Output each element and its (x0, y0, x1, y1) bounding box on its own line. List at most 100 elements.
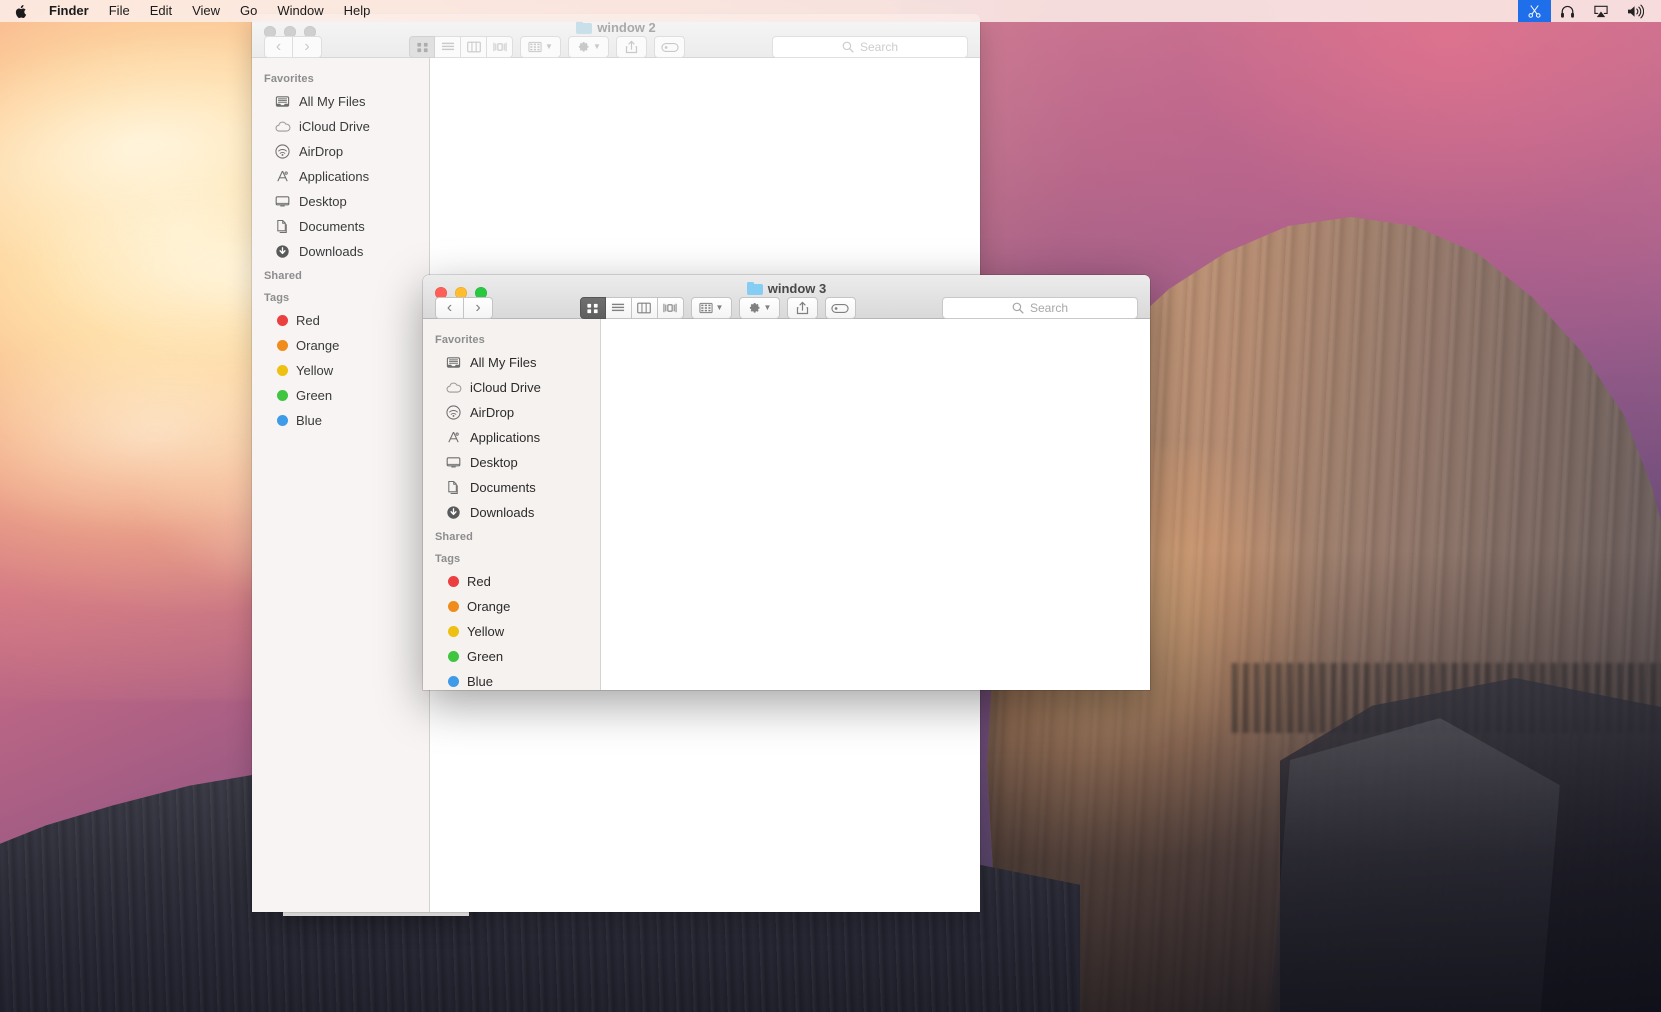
sidebar-item-applications[interactable]: Applications (423, 425, 600, 450)
sidebar-tag-label: Red (467, 574, 491, 589)
coverflow-view-button[interactable] (657, 297, 684, 319)
window-2-sidebar[interactable]: Favorites All My Files iCloud Drive AirD… (252, 58, 430, 912)
action-gear-button[interactable]: ▼ (738, 297, 780, 319)
menu-item-go[interactable]: Go (230, 0, 267, 22)
sidebar-tag-yellow[interactable]: Yellow (252, 358, 429, 383)
tag-dot-blue (448, 676, 459, 687)
menu-bar: Finder File Edit View Go Window Help (0, 0, 1661, 22)
list-view-button[interactable] (605, 297, 632, 319)
arrange-button[interactable]: ▼ (520, 36, 561, 58)
menu-item-help[interactable]: Help (334, 0, 381, 22)
sidebar-item-label: Desktop (470, 455, 518, 470)
search-placeholder: Search (1029, 301, 1069, 315)
sidebar-tag-blue[interactable]: Blue (423, 669, 600, 690)
window-3-body: Favorites All My Files iCloud Drive AirD… (423, 319, 1150, 690)
window-3-file-area[interactable] (601, 319, 1150, 690)
sidebar-tag-orange[interactable]: Orange (423, 594, 600, 619)
search-input[interactable]: Search (942, 297, 1138, 319)
coverflow-view-button[interactable] (487, 36, 513, 58)
back-button[interactable]: ‹ (435, 297, 464, 319)
sidebar-item-downloads[interactable]: Downloads (252, 239, 429, 264)
column-view-button[interactable] (631, 297, 658, 319)
sidebar-item-all-my-files[interactable]: All My Files (252, 89, 429, 114)
tag-dot-green (277, 390, 288, 401)
sidebar-item-airdrop[interactable]: AirDrop (252, 139, 429, 164)
sidebar-item-label: AirDrop (470, 405, 515, 420)
apple-logo-icon[interactable] (0, 0, 39, 22)
tag-dot-red (277, 315, 288, 326)
window-3-sidebar[interactable]: Favorites All My Files iCloud Drive AirD… (423, 319, 601, 690)
menu-item-finder[interactable]: Finder (39, 0, 99, 22)
sidebar-header-favorites: Favorites (264, 73, 314, 85)
search-input[interactable]: Search (772, 36, 968, 58)
all-my-files-icon (274, 93, 291, 110)
sidebar-tag-red[interactable]: Red (252, 308, 429, 333)
sidebar-header-tags: Tags (435, 553, 461, 565)
sidebar-item-icloud-drive[interactable]: iCloud Drive (252, 114, 429, 139)
window-3-titlebar[interactable]: window 3 ‹ › ▼ ▼ Search (423, 275, 1150, 319)
menu-bar-items: Finder File Edit View Go Window Help (0, 0, 380, 22)
sidebar-item-documents[interactable]: Documents (252, 214, 429, 239)
sidebar-tag-orange[interactable]: Orange (252, 333, 429, 358)
sidebar-tag-red[interactable]: Red (423, 569, 600, 594)
applications-icon (445, 429, 462, 446)
share-button[interactable] (786, 297, 818, 319)
column-view-button[interactable] (461, 36, 487, 58)
sidebar-item-downloads[interactable]: Downloads (423, 500, 600, 525)
window-2-toolbar: ‹ › ▼ ▼ Search (252, 36, 980, 58)
menu-item-window[interactable]: Window (267, 0, 333, 22)
sidebar-tag-green[interactable]: Green (252, 383, 429, 408)
menu-bar-status-items (1518, 0, 1661, 22)
sidebar-item-label: Documents (470, 480, 536, 495)
icon-view-button[interactable] (579, 297, 606, 319)
menu-item-file[interactable]: File (99, 0, 140, 22)
airplay-icon[interactable] (1584, 0, 1618, 22)
sidebar-item-documents[interactable]: Documents (423, 475, 600, 500)
sidebar-tag-yellow[interactable]: Yellow (423, 619, 600, 644)
arrange-button[interactable]: ▼ (690, 297, 732, 319)
search-icon (842, 41, 854, 53)
action-gear-button[interactable]: ▼ (568, 36, 609, 58)
menu-item-view[interactable]: View (182, 0, 230, 22)
chevron-down-icon: ▼ (593, 42, 601, 51)
sidebar-item-desktop[interactable]: Desktop (423, 450, 600, 475)
list-view-button[interactable] (435, 36, 461, 58)
sidebar-item-label: All My Files (299, 94, 366, 109)
nav-buttons: ‹ › (435, 297, 493, 319)
folder-icon (746, 281, 763, 295)
volume-icon[interactable] (1618, 0, 1653, 22)
forward-button[interactable]: › (293, 36, 322, 58)
share-button[interactable] (616, 36, 647, 58)
downloads-icon (445, 504, 462, 521)
search-placeholder: Search (859, 40, 899, 54)
tags-button[interactable] (824, 297, 856, 319)
headphones-icon[interactable] (1551, 0, 1584, 22)
finder-window-3[interactable]: window 3 ‹ › ▼ ▼ Search Favorites All My… (423, 275, 1150, 690)
sidebar-tag-label: Orange (296, 338, 340, 353)
sidebar-tag-label: Orange (467, 599, 511, 614)
sidebar-header-shared: Shared (435, 531, 473, 543)
window-3-toolbar: ‹ › ▼ ▼ Search (423, 297, 1150, 319)
sidebar-tag-blue[interactable]: Blue (252, 408, 429, 433)
sidebar-tag-label: Blue (467, 674, 494, 689)
sidebar-item-icloud-drive[interactable]: iCloud Drive (423, 375, 600, 400)
screenshot-scissors-icon[interactable] (1518, 0, 1551, 22)
all-my-files-icon (445, 354, 462, 371)
airdrop-icon (274, 143, 291, 160)
icon-view-button[interactable] (409, 36, 435, 58)
forward-button[interactable]: › (464, 297, 493, 319)
tag-dot-green (448, 651, 459, 662)
chevron-down-icon: ▼ (763, 303, 772, 312)
sidebar-tag-green[interactable]: Green (423, 644, 600, 669)
sidebar-item-desktop[interactable]: Desktop (252, 189, 429, 214)
sidebar-item-label: Downloads (299, 244, 364, 259)
sidebar-item-label: Applications (470, 430, 541, 445)
tags-button[interactable] (654, 36, 685, 58)
icloud-drive-icon (274, 118, 291, 135)
back-button[interactable]: ‹ (264, 36, 293, 58)
sidebar-item-all-my-files[interactable]: All My Files (423, 350, 600, 375)
menu-item-edit[interactable]: Edit (140, 0, 182, 22)
sidebar-item-airdrop[interactable]: AirDrop (423, 400, 600, 425)
tag-dot-yellow (277, 365, 288, 376)
sidebar-item-applications[interactable]: Applications (252, 164, 429, 189)
